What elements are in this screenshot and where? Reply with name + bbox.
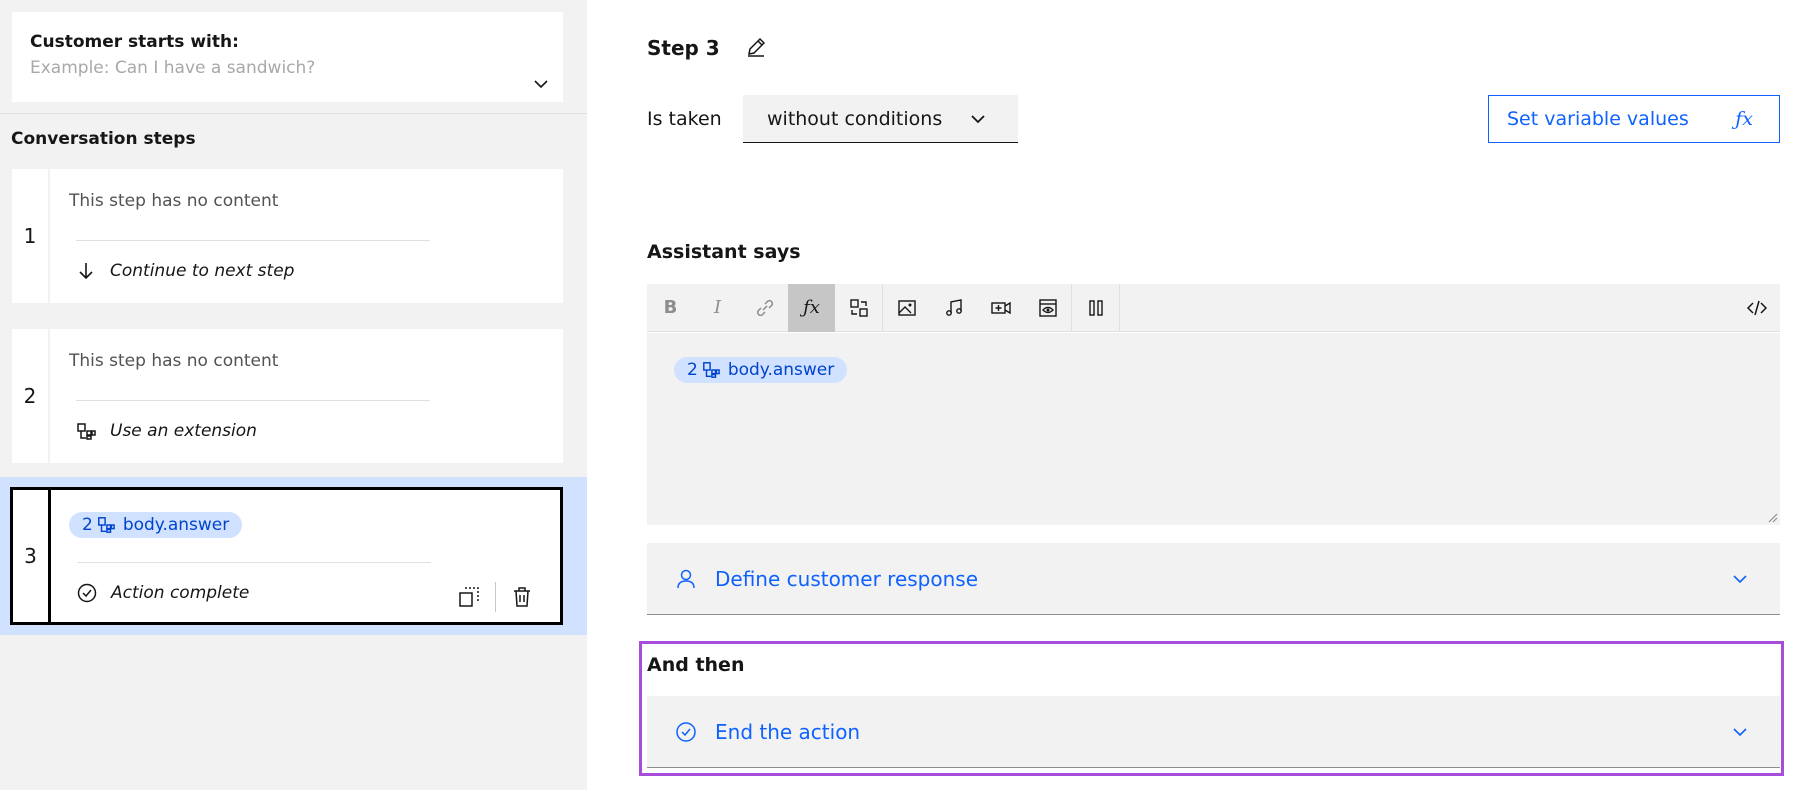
bold-icon: B (663, 297, 678, 318)
link-button[interactable] (741, 284, 788, 332)
customer-starts-card[interactable]: Customer starts with: Example: Can I hav… (12, 12, 563, 102)
duplicate-button[interactable] (449, 582, 489, 612)
app: Customer starts with: Example: Can I hav… (0, 0, 1797, 790)
tag-label: body.answer (727, 360, 835, 380)
video-add-icon (990, 301, 1011, 314)
customer-starts-placeholder[interactable]: Example: Can I have a sandwich? (30, 58, 545, 78)
italic-button[interactable]: I (694, 284, 741, 332)
code-icon (1746, 300, 1767, 315)
image-button[interactable] (883, 284, 930, 332)
link-icon (756, 299, 773, 316)
chevron-down-icon (1733, 575, 1747, 584)
set-variable-label: Set variable values (1507, 108, 1689, 130)
italic-icon: I (713, 297, 722, 318)
assistant-says-title: Assistant says (647, 241, 801, 263)
step-next: Use an extension (76, 421, 257, 441)
step-content: This step has no content (69, 351, 279, 371)
customer-starts-label: Customer starts with: (30, 32, 239, 52)
variable-tag[interactable]: 2 body.answer (69, 512, 243, 538)
variable-swap-icon (849, 298, 868, 317)
step-next-label: Action complete (111, 583, 250, 603)
delete-button[interactable] (502, 582, 542, 612)
step-card-1[interactable]: 1 This step has no content Continue to n… (12, 169, 563, 303)
end-action-accordion[interactable]: End the action (647, 696, 1780, 768)
pause-icon (1088, 299, 1103, 316)
arrow-down-icon (79, 263, 93, 280)
step-content: 2 body.answer (69, 512, 243, 538)
bold-button[interactable]: B (647, 284, 694, 332)
is-taken-label: Is taken (647, 108, 722, 130)
define-customer-response-accordion[interactable]: Define customer response (647, 543, 1780, 615)
set-variable-values-button[interactable]: Set variable values ƒx (1488, 95, 1780, 143)
checkmark-circle-icon (676, 721, 696, 742)
variable-swap-button[interactable] (835, 284, 882, 332)
divider (1119, 283, 1120, 332)
step-actions (449, 582, 542, 612)
checkmark-circle-icon (77, 583, 97, 603)
condition-dropdown[interactable]: without conditions (743, 95, 1018, 143)
and-then-value: End the action (715, 719, 861, 744)
step-number: 3 (13, 490, 51, 622)
music-icon (945, 298, 962, 316)
step-content: This step has no content (69, 191, 279, 211)
trash-icon (514, 587, 530, 607)
chevron-down-icon[interactable] (531, 74, 551, 94)
divider (76, 240, 430, 241)
divider (77, 562, 431, 563)
function-icon: ƒx (1735, 108, 1753, 130)
audio-button[interactable] (930, 284, 977, 332)
iframe-button[interactable] (1024, 284, 1071, 332)
function-icon: ƒx (803, 297, 820, 318)
divider (495, 582, 496, 612)
extension-icon (77, 423, 96, 440)
video-button[interactable] (977, 284, 1024, 332)
tag-count: 2 (82, 515, 93, 535)
chevron-down-icon (1733, 728, 1747, 737)
response-text-editor[interactable]: 2 body.answer (647, 333, 1780, 525)
conversation-steps-title: Conversation steps (11, 129, 196, 149)
divider (76, 400, 430, 401)
step-number: 1 (12, 169, 50, 303)
image-icon (897, 299, 916, 316)
duplicate-icon (459, 587, 479, 607)
step-next: Action complete (77, 583, 249, 603)
iframe-preview-icon (1038, 298, 1057, 317)
step-card-3[interactable]: 3 2 body.answer Action complete (10, 487, 563, 625)
step-title: Step 3 (647, 36, 720, 60)
variable-tag[interactable]: 2 body.answer (674, 357, 848, 383)
extension-icon (702, 362, 720, 378)
rich-text-toolbar: B I ƒx (647, 283, 1780, 332)
and-then-title: And then (647, 654, 745, 676)
tag-count: 2 (687, 360, 698, 380)
step-next: Continue to next step (76, 261, 294, 281)
resize-handle-icon[interactable] (1766, 511, 1778, 523)
user-icon (677, 569, 695, 588)
code-view-button[interactable] (1733, 284, 1780, 332)
step-editor: Step 3 Is taken without conditions Set v… (587, 0, 1797, 790)
step-number: 2 (12, 329, 50, 463)
condition-value: without conditions (767, 107, 943, 130)
tag-label: body.answer (122, 515, 230, 535)
chevron-down-icon (971, 115, 985, 124)
insert-function-button[interactable]: ƒx (788, 283, 835, 332)
step-next-label: Continue to next step (110, 261, 295, 281)
divider (0, 113, 587, 114)
left-panel: Customer starts with: Example: Can I hav… (0, 0, 587, 790)
extension-icon (97, 517, 115, 533)
edit-icon[interactable] (745, 36, 767, 58)
step-card-2[interactable]: 2 This step has no content Use an extens… (12, 329, 563, 463)
customer-response-label: Define customer response (715, 566, 979, 591)
step-next-label: Use an extension (110, 421, 257, 441)
pause-button[interactable] (1072, 284, 1119, 332)
